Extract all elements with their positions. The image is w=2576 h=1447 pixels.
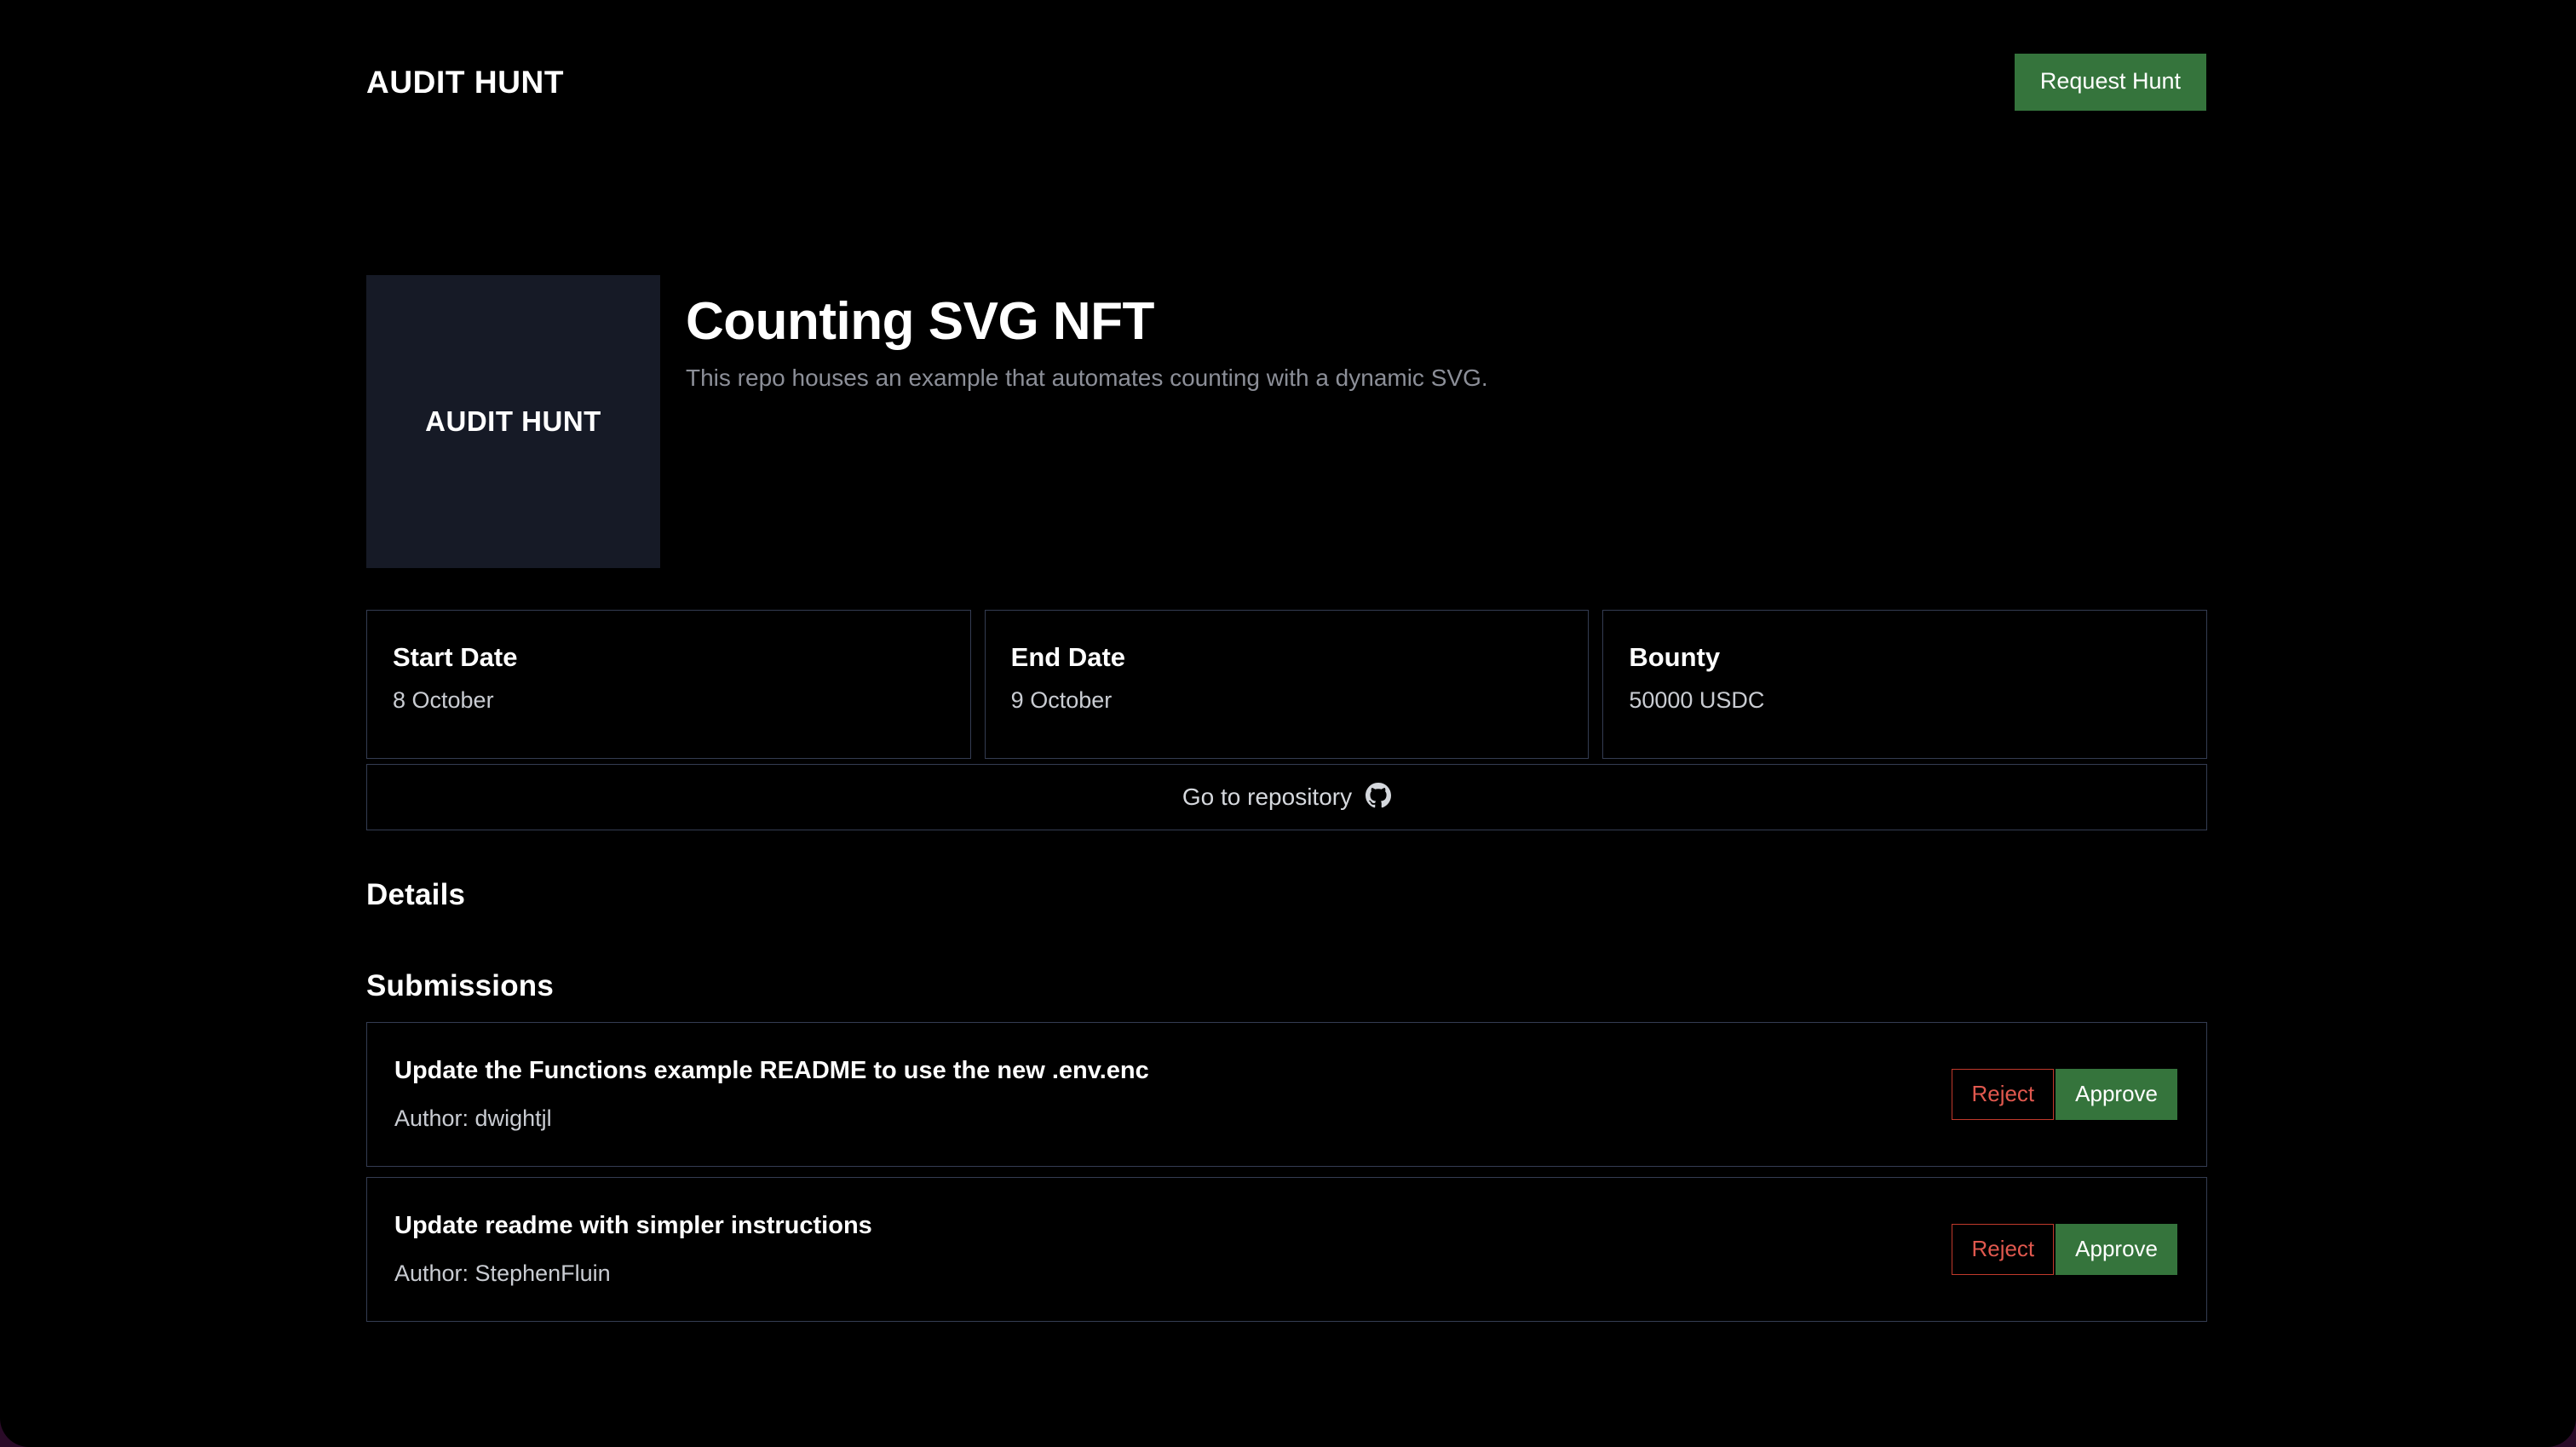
meta-card-label: End Date xyxy=(1010,642,1126,672)
audit-hunt-page: AUDIT HUNT Request Hunt AUDIT HUNT Count… xyxy=(0,0,2576,1447)
meta-card-label: Bounty xyxy=(1629,642,1721,672)
hunt-thumbnail-label: AUDIT HUNT xyxy=(425,405,601,437)
submission-title: Update readme with simpler instructions xyxy=(394,1212,872,1239)
go-to-repository-label: Go to repository xyxy=(1182,784,1353,810)
submission-title: Update the Functions example README to u… xyxy=(394,1057,1149,1084)
details-heading: Details xyxy=(366,878,466,911)
meta-card-value: 9 October xyxy=(1010,687,1113,714)
meta-card-start-date: Start Date 8 October xyxy=(366,610,971,759)
page-description: This repo houses an example that automat… xyxy=(686,365,1488,392)
brand-logo: AUDIT HUNT xyxy=(366,64,565,100)
request-hunt-button[interactable]: Request Hunt xyxy=(2014,53,2206,111)
submission-author: Author: dwightjl xyxy=(394,1105,552,1132)
hunt-meta-row: Start Date 8 October End Date 9 October … xyxy=(366,610,2208,759)
submission-row: Update the Functions example README to u… xyxy=(366,1022,2207,1167)
hunt-hero: AUDIT HUNT Counting SVG NFT This repo ho… xyxy=(366,275,2206,568)
submission-row: Update readme with simpler instructions … xyxy=(366,1177,2207,1322)
submissions-list: Update the Functions example README to u… xyxy=(366,1022,2207,1322)
meta-card-value: 50000 USDC xyxy=(1629,687,1765,714)
approve-button[interactable]: Approve xyxy=(2056,1069,2177,1120)
hunt-thumbnail: AUDIT HUNT xyxy=(366,275,660,568)
browser-viewport: AUDIT HUNT Request Hunt AUDIT HUNT Count… xyxy=(0,0,2576,1447)
submission-text: Update readme with simpler instructions … xyxy=(394,1210,872,1289)
meta-card-value: 8 October xyxy=(393,687,494,714)
site-header: AUDIT HUNT Request Hunt xyxy=(366,51,2206,112)
go-to-repository-button[interactable]: Go to repository xyxy=(366,764,2207,830)
submission-text: Update the Functions example README to u… xyxy=(394,1055,1149,1134)
github-icon xyxy=(1366,782,1392,813)
meta-card-bounty: Bounty 50000 USDC xyxy=(1602,610,2208,759)
approve-button[interactable]: Approve xyxy=(2056,1224,2177,1275)
meta-card-end-date: End Date 9 October xyxy=(984,610,1590,759)
submissions-heading: Submissions xyxy=(366,969,555,1002)
page-title: Counting SVG NFT xyxy=(686,292,1154,351)
reject-button[interactable]: Reject xyxy=(1952,1224,2055,1275)
reject-button[interactable]: Reject xyxy=(1952,1069,2055,1120)
hunt-hero-info: Counting SVG NFT This repo houses an exa… xyxy=(660,275,1488,394)
submission-actions: Reject Approve xyxy=(1952,1224,2177,1275)
meta-card-label: Start Date xyxy=(393,642,518,672)
submission-actions: Reject Approve xyxy=(1952,1069,2177,1120)
submission-author: Author: StephenFluin xyxy=(394,1260,611,1287)
